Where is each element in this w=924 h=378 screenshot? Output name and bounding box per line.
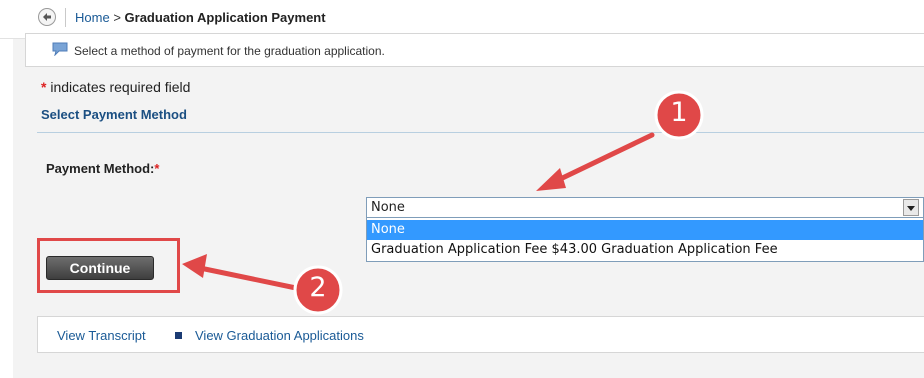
annotation-arrow-2 — [182, 254, 299, 291]
annotation-badge-1-number: 1 — [670, 97, 688, 128]
annotation-arrow-1 — [536, 132, 655, 191]
annotation-badge-2-number: 2 — [309, 272, 327, 303]
annotation-overlay — [182, 90, 704, 315]
